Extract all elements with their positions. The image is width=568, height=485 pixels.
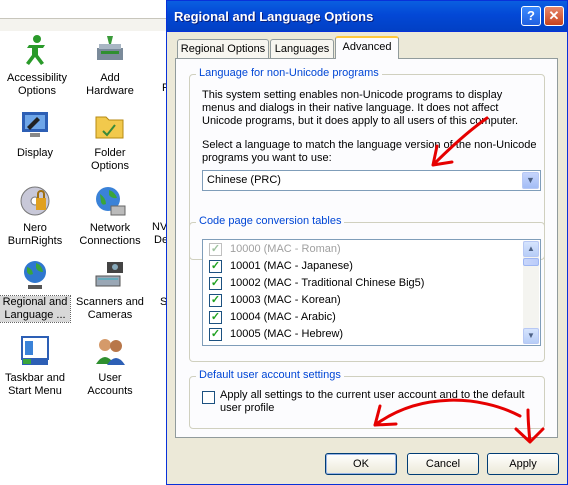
scroll-down-icon[interactable]: ▼	[523, 328, 539, 344]
apply-button-label: Apply	[509, 458, 537, 470]
checkbox-checked[interactable]: ✓	[209, 277, 222, 290]
taskbar-start-menu-label: Taskbar and Start Menu	[5, 372, 65, 397]
display-label: Display	[16, 147, 54, 159]
list-item[interactable]: ✓ 10001 (MAC - Japanese)	[209, 258, 519, 275]
regional-language-item[interactable]: Regional and Language ...	[0, 258, 71, 323]
scanners-cameras-item[interactable]: Scanners and Cameras	[75, 258, 145, 322]
tab-languages[interactable]: Languages	[270, 39, 334, 59]
tab-label: Advanced	[342, 41, 392, 53]
list-item[interactable]: ✓ 10002 (MAC - Traditional Chinese Big5)	[209, 275, 519, 292]
user-accounts-item[interactable]: User Accounts	[75, 334, 145, 398]
dialog-title: Regional and Language Options	[174, 9, 374, 24]
add-hardware-label: Add Hardware	[86, 72, 134, 97]
control-panel-toolbar-edge	[0, 18, 170, 31]
add-hardware-icon	[93, 34, 127, 68]
list-item-label: 10001 (MAC - Japanese)	[230, 260, 353, 272]
tab-regional-options[interactable]: Regional Options	[177, 39, 269, 59]
default-user-group-title: Default user account settings	[196, 369, 344, 381]
tab-advanced[interactable]: Advanced	[335, 36, 399, 59]
taskbar-start-menu-item[interactable]: Taskbar and Start Menu	[0, 334, 70, 398]
regional-language-dialog: Regional and Language Options ? ✕ Region…	[166, 0, 568, 485]
control-panel-address-area	[0, 0, 170, 31]
list-item[interactable]: ✓ 10004 (MAC - Arabic)	[209, 309, 519, 326]
default-user-group: Default user account settings Apply all …	[189, 369, 545, 429]
list-item: ✓ 10000 (MAC - Roman)	[209, 241, 519, 258]
close-button[interactable]: ✕	[544, 6, 564, 26]
nero-burnrights-label: Nero BurnRights	[7, 222, 63, 247]
list-item-label: 10002 (MAC - Traditional Chinese Big5)	[230, 277, 425, 289]
apply-default-user-label: Apply all settings to the current user a…	[220, 389, 525, 414]
taskbar-icon	[18, 334, 52, 368]
code-page-list[interactable]: ✓ 10000 (MAC - Roman) ✓ 10001 (MAC - Jap…	[202, 239, 541, 346]
accessibility-options-item[interactable]: Accessibility Options	[2, 34, 72, 98]
advanced-tab-panel: Language for non-Unicode programs This s…	[175, 58, 558, 438]
checkbox-checked[interactable]: ✓	[209, 294, 222, 307]
regional-language-label: Regional and Language ...	[0, 295, 71, 323]
close-icon: ✕	[548, 8, 560, 23]
folder-options-label: Folder Options	[91, 147, 129, 172]
apply-default-user-checkbox[interactable]	[202, 391, 215, 404]
globe-icon	[18, 258, 52, 292]
non-unicode-group-title: Language for non-Unicode programs	[196, 67, 382, 79]
code-page-group: Code page conversion tables ✓ 10000 (MAC…	[189, 215, 545, 362]
checkbox-checked[interactable]: ✓	[209, 260, 222, 273]
dialog-titlebar[interactable]: Regional and Language Options ? ✕	[167, 1, 567, 32]
non-unicode-description: This system setting enables non-Unicode …	[202, 89, 519, 127]
selected-language: Chinese (PRC)	[207, 174, 281, 186]
clipped-item-label: NV	[152, 221, 168, 233]
network-connections-item[interactable]: Network Connections	[75, 184, 145, 248]
display-item[interactable]: Display	[0, 109, 70, 160]
scroll-up-icon[interactable]: ▲	[523, 241, 539, 257]
nero-burnrights-icon	[18, 184, 52, 218]
help-button[interactable]: ?	[521, 6, 541, 26]
list-item-label: 10003 (MAC - Korean)	[230, 294, 341, 306]
user-accounts-label: User Accounts	[87, 372, 133, 397]
nero-burnrights-item[interactable]: Nero BurnRights	[0, 184, 70, 248]
list-scrollbar[interactable]: ▲ ▼	[523, 241, 539, 344]
language-select-prompt: Select a language to match the language …	[202, 139, 537, 164]
checkbox-checked-disabled: ✓	[209, 243, 222, 256]
ok-button[interactable]: OK	[325, 453, 397, 475]
display-icon	[18, 109, 52, 143]
folder-options-item[interactable]: Folder Options	[75, 109, 145, 173]
tab-label: Languages	[274, 43, 330, 55]
list-item-label: 10005 (MAC - Hebrew)	[230, 328, 344, 340]
help-icon: ?	[527, 8, 535, 23]
chevron-down-icon[interactable]: ▼	[522, 172, 539, 189]
user-accounts-icon	[93, 334, 127, 368]
checkbox-checked[interactable]: ✓	[209, 328, 222, 341]
tab-label: Regional Options	[180, 43, 266, 55]
accessibility-options-label: Accessibility Options	[7, 72, 67, 97]
list-item[interactable]: ✓ 10003 (MAC - Korean)	[209, 292, 519, 309]
non-unicode-language-select[interactable]: Chinese (PRC) ▼	[202, 170, 541, 191]
code-page-group-title: Code page conversion tables	[196, 215, 345, 227]
scanners-cameras-icon	[93, 258, 127, 292]
list-item-label: 10004 (MAC - Arabic)	[230, 311, 336, 323]
apply-button[interactable]: Apply	[487, 453, 559, 475]
accessibility-icon	[20, 34, 54, 68]
scroll-thumb[interactable]	[523, 258, 539, 266]
ok-button-label: OK	[353, 458, 369, 470]
cancel-button[interactable]: Cancel	[407, 453, 479, 475]
folder-options-icon	[93, 109, 127, 143]
scanners-cameras-label: Scanners and Cameras	[76, 296, 144, 321]
add-hardware-item[interactable]: Add Hardware	[75, 34, 145, 98]
network-connections-icon	[93, 184, 127, 218]
list-item[interactable]: ✓ 10005 (MAC - Hebrew)	[209, 326, 519, 343]
list-item-label: 10000 (MAC - Roman)	[230, 243, 341, 255]
cancel-button-label: Cancel	[425, 458, 461, 470]
checkbox-checked[interactable]: ✓	[209, 311, 222, 324]
network-connections-label: Network Connections	[79, 222, 141, 247]
